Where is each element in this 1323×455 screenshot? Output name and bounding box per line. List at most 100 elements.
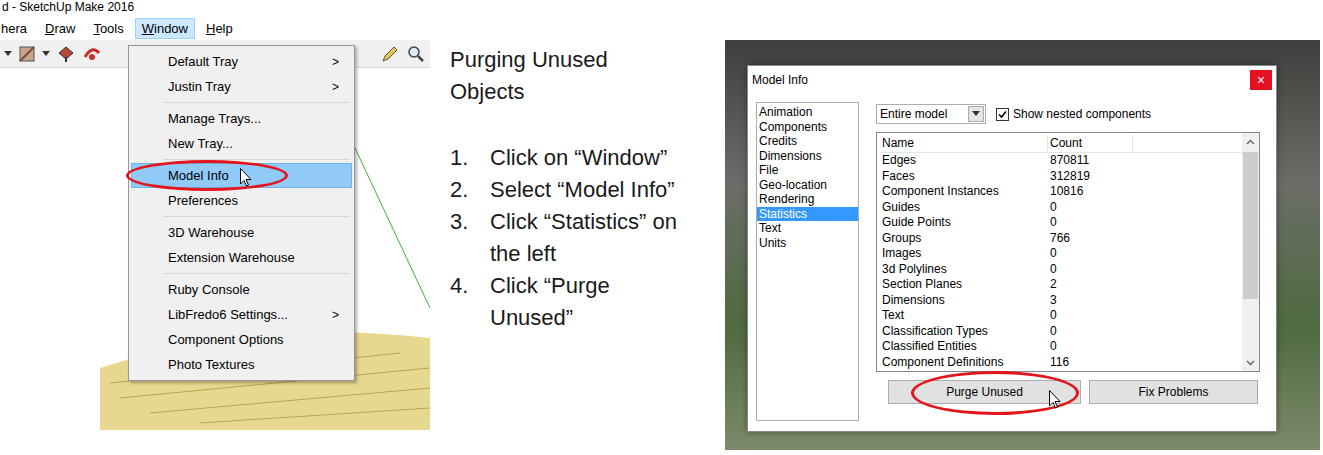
menu-item[interactable]: New Tray... [131, 131, 352, 156]
menu-item[interactable]: Model Info [131, 163, 352, 188]
menu-item[interactable]: Ruby Console [131, 277, 352, 302]
menu-item[interactable]: Manage Trays... [131, 106, 352, 131]
menu-item[interactable]: Component Options [131, 327, 352, 352]
button-row: Purge Unused Fix Problems [876, 380, 1260, 404]
menu-bar-item[interactable]: Window [135, 18, 195, 39]
dialog-button[interactable]: Fix Problems [1089, 380, 1258, 404]
nested-components-option[interactable]: Show nested components [996, 107, 1151, 121]
submenu-arrow: > [332, 55, 339, 69]
close-button[interactable]: × [1250, 70, 1272, 90]
table-row[interactable]: 3d Polylines0 [880, 262, 1242, 278]
category-item[interactable]: File [757, 163, 858, 178]
category-item[interactable]: Components [757, 120, 858, 135]
table-row[interactable]: Images0 [880, 246, 1242, 262]
statistics-pane: Entire modelShow nested componentsNameCo… [876, 102, 1260, 421]
dropdown-arrow-icon[interactable] [42, 51, 50, 57]
arrow-cursor-icon [1049, 390, 1061, 409]
highlight-ellipse [126, 160, 288, 191]
step-number: 1. [450, 142, 490, 174]
scroll-track[interactable] [1242, 150, 1259, 354]
step-list: 1.Click on “Window”2.Select “Model Info”… [450, 142, 720, 334]
step-number: 4. [450, 270, 490, 334]
menu-bar-item[interactable]: Help [199, 18, 240, 39]
table-row[interactable]: Classified Entities0 [880, 339, 1242, 355]
table-row[interactable]: Component Instances10816 [880, 184, 1242, 200]
menu-item-label: Preferences [168, 193, 238, 208]
category-item[interactable]: Dimensions [757, 149, 858, 164]
step-text: Select “Model Info” [490, 174, 680, 206]
menu-item-label: 3D Warehouse [168, 225, 254, 240]
step: 1.Click on “Window” [450, 142, 720, 174]
model-info-screenshot: Model Info×AnimationComponentsCreditsDim… [725, 40, 1320, 450]
submenu-arrow: > [332, 308, 339, 322]
category-item[interactable]: Text [757, 221, 858, 236]
name-cell: Classified Entities [880, 339, 1048, 355]
count-cell: 0 [1048, 308, 1133, 324]
category-item[interactable]: Animation [757, 105, 858, 120]
menu-item[interactable]: Justin Tray> [131, 74, 352, 99]
category-item[interactable]: Rendering [757, 192, 858, 207]
step-number: 2. [450, 174, 490, 206]
column-header[interactable]: Count [1048, 135, 1133, 152]
menu-item[interactable]: Default Tray > [131, 49, 352, 74]
scroll-down-button[interactable] [1246, 354, 1255, 371]
column-header[interactable]: Name [880, 135, 1048, 152]
accelerator-key: D [45, 21, 54, 36]
menu-item-label: Default Tray [168, 54, 238, 69]
name-cell: Groups [880, 231, 1048, 247]
count-cell: 0 [1048, 262, 1133, 278]
table-row[interactable]: Groups766 [880, 231, 1242, 247]
scrollbar[interactable] [1242, 133, 1259, 371]
sketchup-screenshot: d - SketchUp Make 2016heraDrawToolsWindo… [0, 0, 430, 430]
category-item[interactable]: Geo-location [757, 178, 858, 193]
table-row[interactable]: Guide Points0 [880, 215, 1242, 231]
category-item[interactable]: Credits [757, 134, 858, 149]
table-content: NameCountEdges870811Faces312819Component… [877, 133, 1242, 371]
category-item[interactable]: Statistics [757, 207, 858, 222]
dropdown-arrow-icon[interactable] [4, 51, 12, 57]
select-button[interactable] [968, 106, 984, 122]
count-cell: 3 [1048, 293, 1133, 309]
name-cell: Component Instances [880, 184, 1048, 200]
menu-item[interactable]: Extension Warehouse [131, 245, 352, 270]
menu-item[interactable]: Preferences [131, 188, 352, 213]
menu-item[interactable]: 3D Warehouse [131, 220, 352, 245]
dialog-button[interactable]: Purge Unused [888, 380, 1081, 404]
count-cell: 2 [1048, 277, 1133, 293]
table-row[interactable]: Dimensions3 [880, 293, 1242, 309]
count-cell: 0 [1048, 324, 1133, 340]
table-row[interactable]: Classification Types0 [880, 324, 1242, 340]
scroll-thumb[interactable] [1243, 152, 1258, 299]
pencil-icon[interactable] [380, 45, 400, 63]
zoom-icon[interactable] [406, 45, 426, 63]
menu-item-label: Component Options [168, 332, 284, 347]
options-row: Entire model Show nested components [876, 102, 1260, 124]
dialog-title-bar: Model Info× [748, 66, 1276, 94]
menu-item-label: Justin Tray [168, 79, 231, 94]
material-icon[interactable] [18, 45, 36, 63]
menu-bar-item[interactable]: Draw [38, 18, 82, 39]
dropdown-arrow-icon[interactable] [972, 111, 980, 117]
paint-bucket-icon[interactable] [56, 45, 76, 63]
table-row[interactable]: Edges870811 [880, 153, 1242, 169]
accelerator-key: H [206, 21, 215, 36]
table-row[interactable]: Text0 [880, 308, 1242, 324]
nested-checkbox[interactable] [996, 108, 1009, 121]
table-row[interactable]: Faces312819 [880, 169, 1242, 185]
name-cell: Guides [880, 200, 1048, 216]
category-item[interactable]: Units [757, 236, 858, 251]
menu-bar-item[interactable]: Tools [86, 18, 130, 39]
accelerator-key: T [93, 21, 100, 36]
checkmark-icon [998, 110, 1007, 119]
scroll-up-button[interactable] [1246, 133, 1255, 150]
table-row[interactable]: Guides0 [880, 200, 1242, 216]
scope-select[interactable]: Entire model [876, 104, 986, 124]
step-text: Click “Purge Unused” [490, 270, 680, 334]
menu-separator [163, 273, 350, 274]
orbit-icon[interactable] [82, 45, 102, 63]
table-row[interactable]: Component Definitions116 [880, 355, 1242, 371]
menu-item[interactable]: Photo Textures [131, 352, 352, 377]
table-row[interactable]: Section Planes2 [880, 277, 1242, 293]
menu-item[interactable]: LibFredo6 Settings...> [131, 302, 352, 327]
menu-bar-item[interactable]: hera [0, 18, 34, 39]
